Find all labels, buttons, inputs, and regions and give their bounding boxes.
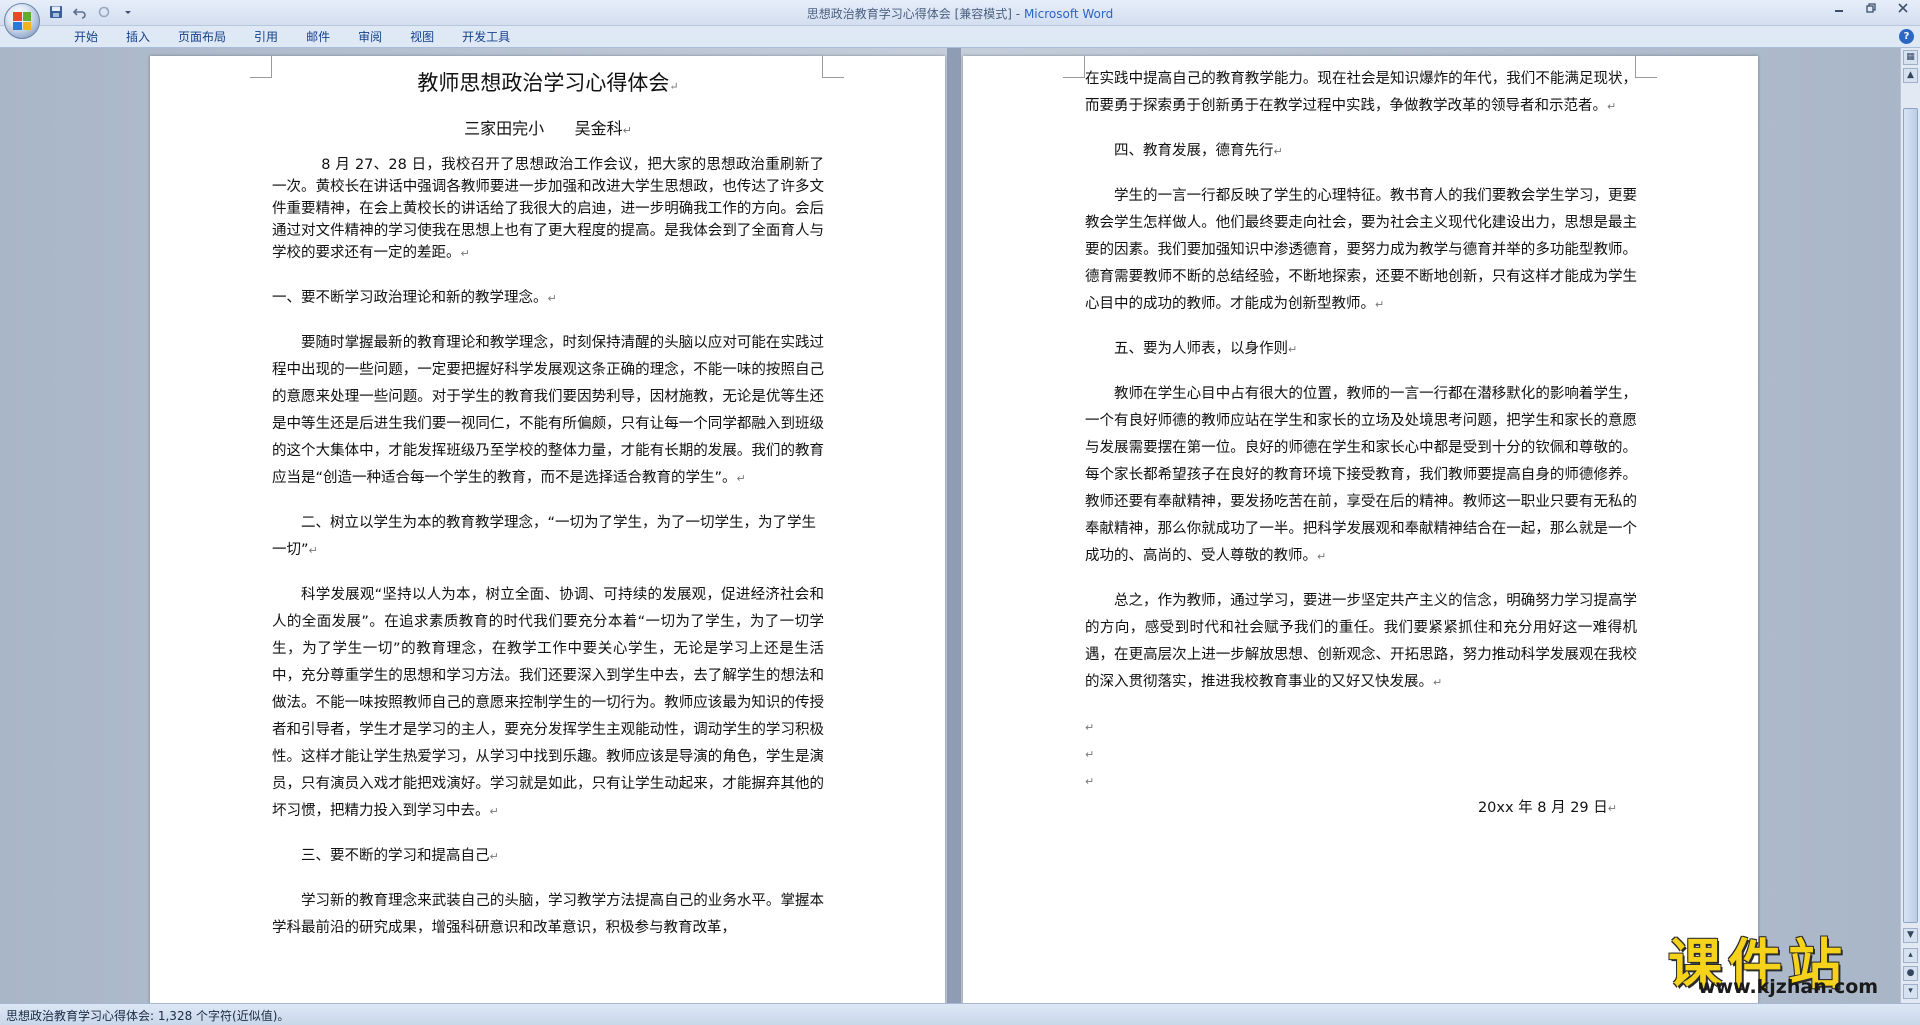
- tab-page-layout[interactable]: 页面布局: [164, 29, 240, 45]
- office-button[interactable]: [4, 3, 40, 39]
- intro-paragraph: 8 月 27、28 日，我校召开了思想政治工作会议，把大家的思想政治重刷新了一次…: [272, 157, 824, 261]
- tab-home[interactable]: 开始: [60, 29, 112, 45]
- section-heading-1: 一、要不断学习政治理论和新的教学理念。↵: [272, 290, 557, 306]
- title-separator: -: [1011, 7, 1024, 21]
- tab-review[interactable]: 审阅: [344, 29, 396, 45]
- select-browse-object-icon[interactable]: ●: [1903, 966, 1918, 981]
- status-bar: 思想政治教育学习心得体会: 1,328 个字符(近似值)。: [0, 1003, 1920, 1025]
- close-icon[interactable]: [1894, 2, 1912, 16]
- page-left[interactable]: 教师思想政治学习心得体会↵ 三家田完小 吴金科↵ 8 月 27、28 日，我校召…: [150, 56, 945, 1003]
- page-gap: [947, 48, 961, 1003]
- tab-developer[interactable]: 开发工具: [448, 29, 524, 45]
- empty-paragraph-mark: ↵: [1085, 721, 1095, 734]
- section-heading-5: 五、要为人师表，以身作则↵: [1114, 341, 1298, 357]
- tab-mailings[interactable]: 邮件: [292, 29, 344, 45]
- document-title: 教师思想政治学习心得体会↵: [417, 71, 679, 95]
- document-date: 20xx 年 8 月 29 日↵: [1477, 800, 1617, 816]
- app-name: Microsoft Word: [1023, 7, 1114, 21]
- watermark: 课件站 www.kjzhan.com: [1668, 920, 1900, 1000]
- paragraph-2: 科学发展观“坚持以人为本，树立全面、协调、可持续的发展观，促进经济社会和人的全面…: [272, 587, 824, 819]
- paragraph-3: 学习新的教育理念来武装自己的头脑，学习教学方法提高自己的业务水平。掌握本学科最前…: [272, 893, 824, 936]
- vertical-scrollbar[interactable]: ▦ ▲ ▼ ▴ ● ▾: [1900, 48, 1920, 1003]
- restore-icon[interactable]: [1862, 2, 1880, 16]
- paragraph-5: 教师在学生心目中占有很大的位置，教师的一言一行都在潜移默化的影响着学生，一个有良…: [1085, 386, 1637, 564]
- document-author: 三家田完小 吴金科↵: [464, 119, 632, 138]
- left-page-content: 教师思想政治学习心得体会↵ 三家田完小 吴金科↵ 8 月 27、28 日，我校召…: [272, 66, 824, 960]
- window-controls: [1830, 2, 1912, 16]
- scroll-down-icon[interactable]: ▼: [1903, 928, 1918, 943]
- tab-references[interactable]: 引用: [240, 29, 292, 45]
- paragraph-1: 要随时掌握最新的教育理论和教学理念，时刻保持清醒的头脑以应对可能在实践过程中出现…: [272, 335, 824, 486]
- window-title: 思想政治教育学习心得体会 [兼容模式] - Microsoft Word: [0, 5, 1920, 22]
- next-page-icon[interactable]: ▾: [1903, 984, 1918, 999]
- help-icon[interactable]: ?: [1899, 29, 1914, 44]
- office-logo-icon: [13, 12, 31, 30]
- tab-insert[interactable]: 插入: [112, 29, 164, 45]
- document-area[interactable]: 教师思想政治学习心得体会↵ 三家田完小 吴金科↵ 8 月 27、28 日，我校召…: [0, 48, 1900, 1003]
- section-heading-2: 二、树立以学生为本的教育教学理念，“一切为了学生，为了一切学生，为了学生一切”↵: [272, 515, 817, 558]
- crop-mark: [1063, 56, 1085, 78]
- crop-mark: [1635, 56, 1657, 78]
- paragraph-6: 总之，作为教师，通过学习，要进一步坚定共产主义的信念，明确努力学习提高学的方向，…: [1085, 593, 1637, 690]
- minimize-icon[interactable]: [1830, 2, 1848, 16]
- right-page-content: 在实践中提高自己的教育教学能力。现在社会是知识爆炸的年代，我们不能满足现状，而要…: [1085, 66, 1637, 822]
- paragraph-4: 学生的一言一行都反映了学生的心理特征。教书育人的我们要教会学生学习，更要教会学生…: [1085, 188, 1637, 312]
- tab-view[interactable]: 视图: [396, 29, 448, 45]
- ribbon-tabs: 开始 插入 页面布局 引用 邮件 审阅 视图 开发工具: [60, 29, 524, 45]
- ribbon-tab-bar: 开始 插入 页面布局 引用 邮件 审阅 视图 开发工具 ?: [0, 26, 1920, 48]
- crop-mark: [250, 56, 272, 78]
- ruler-toggle-icon[interactable]: ▦: [1903, 50, 1918, 65]
- scroll-up-icon[interactable]: ▲: [1903, 68, 1918, 83]
- section-heading-4: 四、教育发展，德育先行↵: [1114, 143, 1283, 159]
- empty-paragraph-mark: ↵: [1085, 748, 1095, 761]
- previous-page-icon[interactable]: ▴: [1903, 948, 1918, 963]
- paragraph-0-continued: 在实践中提高自己的教育教学能力。现在社会是知识爆炸的年代，我们不能满足现状，而要…: [1085, 71, 1637, 114]
- page-right[interactable]: 在实践中提高自己的教育教学能力。现在社会是知识爆炸的年代，我们不能满足现状，而要…: [963, 56, 1758, 1003]
- word-count-status[interactable]: 思想政治教育学习心得体会: 1,328 个字符(近似值)。: [6, 1007, 289, 1024]
- scroll-thumb[interactable]: [1903, 108, 1918, 923]
- document-name: 思想政治教育学习心得体会 [兼容模式]: [806, 7, 1012, 21]
- watermark-url: www.kjzhan.com: [1698, 976, 1879, 998]
- crop-mark: [822, 56, 844, 78]
- section-heading-3: 三、要不断的学习和提高自己↵: [301, 848, 499, 864]
- title-bar: 思想政治教育学习心得体会 [兼容模式] - Microsoft Word: [0, 0, 1920, 26]
- empty-paragraph-mark: ↵: [1085, 775, 1095, 788]
